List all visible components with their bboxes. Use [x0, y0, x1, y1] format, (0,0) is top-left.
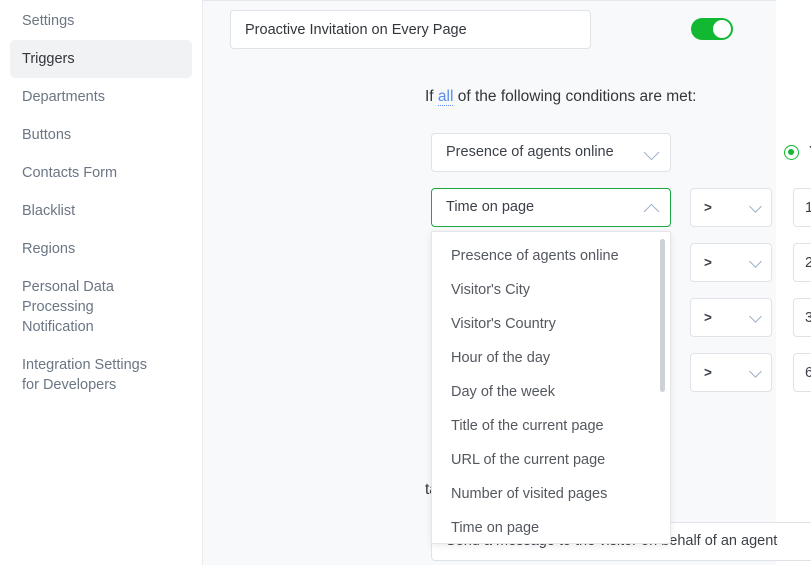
condition-field-select[interactable]: Time on page: [431, 188, 671, 227]
dropdown-scrollbar[interactable]: [660, 239, 665, 538]
sidebar-item-settings[interactable]: Settings: [10, 2, 192, 40]
sidebar-item-integration-settings-for-developers[interactable]: Integration Settings for Developers: [10, 346, 192, 404]
chevron-down-icon: [644, 144, 660, 160]
radio-yes[interactable]: [784, 145, 799, 160]
trigger-name-row: [230, 10, 749, 49]
dropdown-option[interactable]: Day of the week: [432, 375, 670, 409]
chevron-down-icon: [749, 365, 762, 378]
trigger-name-input[interactable]: [230, 10, 591, 49]
condition-value-input[interactable]: [793, 298, 811, 337]
chevron-up-icon: [644, 203, 660, 219]
sidebar-item-contacts-form[interactable]: Contacts Form: [10, 154, 192, 192]
chevron-down-icon: [749, 255, 762, 268]
condition-operator-label: >: [704, 299, 712, 336]
toggle-knob: [713, 20, 731, 38]
chevron-down-icon: [749, 310, 762, 323]
dropdown-option[interactable]: Visitor's City: [432, 273, 670, 307]
dropdown-option[interactable]: Time on page: [432, 511, 670, 544]
conditions-match-mode-link[interactable]: all: [438, 88, 454, 106]
condition-operator-label: >: [704, 354, 712, 391]
trigger-enabled-toggle[interactable]: [691, 18, 733, 40]
sidebar-item-departments[interactable]: Departments: [10, 78, 192, 116]
condition-operator-select[interactable]: >: [690, 188, 772, 227]
trigger-settings-screen: Settings Triggers Departments Buttons Co…: [0, 0, 811, 565]
condition-value-input[interactable]: [793, 243, 811, 282]
dropdown-option[interactable]: URL of the current page: [432, 443, 670, 477]
sidebar-item-triggers[interactable]: Triggers: [10, 40, 192, 78]
trigger-editor-panel: If all of the following conditions are m…: [203, 0, 776, 565]
dropdown-scrollbar-thumb[interactable]: [660, 239, 665, 392]
condition-operator-select[interactable]: >: [690, 353, 772, 392]
conditions-heading: If all of the following conditions are m…: [425, 86, 696, 108]
condition-value-input[interactable]: [793, 188, 811, 227]
dropdown-option-list: Presence of agents online Visitor's City…: [432, 232, 670, 544]
condition-operator-label: >: [704, 189, 712, 226]
sidebar-item-blacklist[interactable]: Blacklist: [10, 192, 192, 230]
dropdown-option[interactable]: Presence of agents online: [432, 239, 670, 273]
dropdown-option[interactable]: Number of visited pages: [432, 477, 670, 511]
sidebar-item-regions[interactable]: Regions: [10, 230, 192, 268]
conditions-heading-suffix: of the following conditions are met:: [453, 88, 696, 105]
sidebar-item-buttons[interactable]: Buttons: [10, 116, 192, 154]
condition-field-label: Presence of agents online: [446, 134, 614, 171]
dropdown-option[interactable]: Title of the current page: [432, 409, 670, 443]
condition-operator-select[interactable]: >: [690, 243, 772, 282]
condition-operator-label: >: [704, 244, 712, 281]
dropdown-option[interactable]: Hour of the day: [432, 341, 670, 375]
condition-field-label: Time on page: [446, 189, 534, 226]
chevron-down-icon: [749, 200, 762, 213]
settings-sidebar: Settings Triggers Departments Buttons Co…: [0, 0, 203, 565]
condition-value-input[interactable]: [793, 353, 811, 392]
condition-field-select[interactable]: Presence of agents online: [431, 133, 671, 172]
dropdown-option[interactable]: Visitor's Country: [432, 307, 670, 341]
conditions-heading-prefix: If: [425, 88, 438, 105]
condition-field-dropdown: Presence of agents online Visitor's City…: [431, 231, 671, 544]
condition-operator-select[interactable]: >: [690, 298, 772, 337]
sidebar-item-personal-data-processing-notification[interactable]: Personal Data Processing Notification: [10, 268, 192, 346]
